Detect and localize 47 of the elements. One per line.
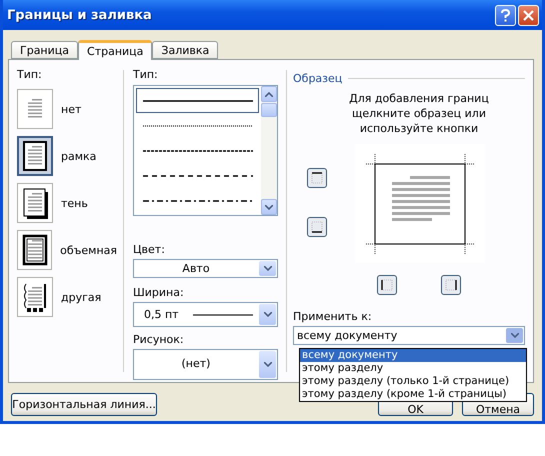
- border-edge-button[interactable]: [377, 275, 397, 295]
- border-edge-icon: [310, 171, 324, 185]
- horizontal-line-button[interactable]: Горизонтальная линия...: [11, 393, 157, 416]
- help-button[interactable]: [495, 4, 516, 26]
- width-dropdown[interactable]: 0,5 пт: [133, 302, 278, 327]
- border-edge-button[interactable]: [307, 168, 327, 188]
- setting-option-label[interactable]: тень: [61, 196, 88, 210]
- close-button[interactable]: [518, 4, 539, 26]
- border-edge-button[interactable]: [307, 217, 327, 237]
- border-edge-icon: [380, 278, 394, 292]
- setting-option-label[interactable]: нет: [61, 102, 82, 116]
- art-label: Рисунок:: [133, 333, 185, 347]
- art-dropdown[interactable]: (нет): [133, 349, 278, 380]
- border-edge-icon: [444, 278, 458, 292]
- setting-option-label[interactable]: рамка: [61, 150, 96, 162]
- window-title: Границы и заливка: [7, 8, 152, 22]
- tab[interactable]: Заливка: [152, 41, 218, 59]
- close-icon: [523, 10, 534, 20]
- help-icon: [501, 8, 510, 22]
- color-dropdown[interactable]: Авто: [133, 259, 278, 278]
- scrollbar-thumb[interactable]: [261, 103, 277, 117]
- line-sample-icon: [192, 314, 253, 316]
- width-label: Ширина:: [133, 286, 185, 300]
- setting-option-label[interactable]: другая: [61, 290, 102, 304]
- style-label: Тип:: [133, 68, 159, 82]
- apply-to-label: Применить к:: [293, 310, 373, 324]
- border-edge-icon: [310, 220, 324, 234]
- setting-option-button[interactable]: [17, 183, 53, 223]
- page-border-icon: [21, 139, 49, 173]
- setting-option-label[interactable]: объемная: [60, 244, 117, 256]
- color-label: Цвет:: [133, 243, 166, 257]
- preview-group-title: Образец: [293, 72, 342, 85]
- page-border-icon: [20, 233, 49, 267]
- setting-option-button[interactable]: [17, 230, 52, 270]
- apply-to-dropdown[interactable]: всему документу: [293, 326, 525, 345]
- line-style-list[interactable]: [133, 85, 278, 216]
- page-border-icon: [21, 186, 49, 220]
- border-edge-button[interactable]: [441, 275, 461, 295]
- preview-hint: Для добавления границ щелкните образец или используйте кнопки: [348, 91, 490, 136]
- setting-option-button[interactable]: [17, 277, 53, 317]
- setting-option-button[interactable]: [17, 136, 53, 176]
- dropdown-option[interactable]: всему документу: [300, 349, 526, 362]
- tab[interactable]: Граница: [11, 41, 78, 59]
- setting-label: Тип:: [17, 68, 43, 82]
- tab[interactable]: Страница: [78, 40, 152, 60]
- line-style-item[interactable]: [136, 88, 259, 113]
- scrollbar[interactable]: [261, 86, 277, 215]
